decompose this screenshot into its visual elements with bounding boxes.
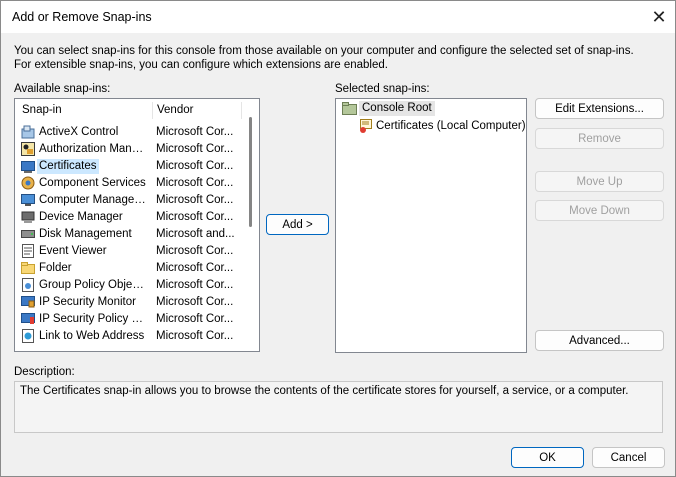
snapin-row[interactable]: Computer Managem... Microsoft Cor... xyxy=(15,192,248,209)
console-root-label: Console Root xyxy=(359,101,435,116)
snapin-vendor: Microsoft Cor... xyxy=(156,194,234,206)
certificates-icon xyxy=(21,161,35,173)
snapin-row[interactable]: Group Policy Object ... Microsoft Cor... xyxy=(15,277,248,294)
description-label: Description: xyxy=(14,366,75,378)
vertical-scrollbar[interactable] xyxy=(242,99,259,351)
move-down-button[interactable]: Move Down xyxy=(535,200,664,221)
selected-label: Selected snap-ins: xyxy=(335,83,430,95)
snapin-vendor: Microsoft Cor... xyxy=(156,262,234,274)
activex-icon xyxy=(21,125,35,139)
available-label: Available snap-ins: xyxy=(14,83,111,95)
device-manager-icon xyxy=(21,211,35,223)
intro-text: You can select snap-ins for this console… xyxy=(14,45,634,71)
snapin-vendor: Microsoft Cor... xyxy=(156,279,234,291)
authorization-icon xyxy=(21,142,35,156)
event-viewer-icon xyxy=(22,244,34,258)
cancel-button[interactable]: Cancel xyxy=(592,447,665,468)
snapin-name: Certificates xyxy=(37,159,99,174)
snapin-name: IP Security Policy M... xyxy=(39,313,151,325)
edit-extensions-button[interactable]: Edit Extensions... xyxy=(535,98,664,119)
ip-security-policy-icon xyxy=(21,313,35,324)
title-bar: Add or Remove Snap-ins ✕ xyxy=(1,1,675,33)
console-root-folder-icon xyxy=(342,102,357,115)
snapin-row[interactable]: Event Viewer Microsoft Cor... xyxy=(15,243,248,260)
scrollbar-thumb[interactable] xyxy=(249,117,252,227)
snapin-name: Authorization Manager xyxy=(39,143,151,155)
snapin-row[interactable]: Component Services Microsoft Cor... xyxy=(15,175,248,192)
snapin-name: IP Security Monitor xyxy=(39,296,136,308)
snapin-row[interactable]: Link to Web Address Microsoft Cor... xyxy=(15,328,248,345)
snapin-vendor: Microsoft Cor... xyxy=(156,313,234,325)
snapin-row[interactable]: Certificates Microsoft Cor... xyxy=(15,158,248,175)
selected-snapins-tree[interactable]: Console Root Certificates (Local Compute… xyxy=(335,98,527,353)
snapin-name: Computer Managem... xyxy=(39,194,151,206)
snapin-name: Link to Web Address xyxy=(39,330,145,342)
ip-security-monitor-icon xyxy=(21,296,35,308)
move-up-button[interactable]: Move Up xyxy=(535,171,664,192)
available-snapins-list[interactable]: Snap-in Vendor ActiveX Control Microsoft … xyxy=(14,98,260,352)
snapin-name: Event Viewer xyxy=(39,245,107,257)
snapin-name: Device Manager xyxy=(39,211,123,223)
group-policy-icon xyxy=(22,278,34,292)
snapin-row[interactable]: ActiveX Control Microsoft Cor... xyxy=(15,124,248,141)
certificates-tree-label: Certificates (Local Computer) xyxy=(376,120,526,132)
snapin-vendor: Microsoft Cor... xyxy=(156,296,234,308)
close-icon[interactable]: ✕ xyxy=(643,1,675,33)
disk-management-icon xyxy=(21,230,35,238)
column-header-vendor[interactable]: Vendor xyxy=(157,99,193,121)
snapin-vendor: Microsoft Cor... xyxy=(156,143,234,155)
snapin-row[interactable]: IP Security Policy M... Microsoft Cor... xyxy=(15,311,248,328)
snapin-vendor: Microsoft Cor... xyxy=(156,211,234,223)
snapin-row[interactable]: IP Security Monitor Microsoft Cor... xyxy=(15,294,248,311)
snapin-vendor: Microsoft Cor... xyxy=(156,330,234,342)
web-link-icon xyxy=(22,329,34,343)
description-box: The Certificates snap-in allows you to b… xyxy=(14,381,663,433)
snapin-dialog: Add or Remove Snap-ins ✕ You can select … xyxy=(0,0,676,477)
snapin-name: Disk Management xyxy=(39,228,132,240)
snapin-vendor: Microsoft and... xyxy=(156,228,235,240)
add-button[interactable]: Add > xyxy=(266,214,329,235)
folder-icon xyxy=(21,262,35,274)
snapin-name: Folder xyxy=(39,262,72,274)
snapin-name: Component Services xyxy=(39,177,146,189)
snapin-vendor: Microsoft Cor... xyxy=(156,160,234,172)
snapin-name: Group Policy Object ... xyxy=(39,279,151,291)
snapin-row[interactable]: Folder Microsoft Cor... xyxy=(15,260,248,277)
computer-management-icon xyxy=(21,194,35,206)
column-separator[interactable] xyxy=(152,102,153,119)
component-services-icon xyxy=(21,176,35,190)
snapin-name: ActiveX Control xyxy=(39,126,119,138)
snapin-row[interactable]: Disk Management Microsoft and... xyxy=(15,226,248,243)
snapin-row[interactable]: Device Manager Microsoft Cor... xyxy=(15,209,248,226)
snapin-vendor: Microsoft Cor... xyxy=(156,245,234,257)
column-header-snapin[interactable]: Snap-in xyxy=(22,99,62,121)
snapin-vendor: Microsoft Cor... xyxy=(156,126,234,138)
description-text: The Certificates snap-in allows you to b… xyxy=(20,385,629,397)
advanced-button[interactable]: Advanced... xyxy=(535,330,664,351)
remove-button[interactable]: Remove xyxy=(535,128,664,149)
ok-button[interactable]: OK xyxy=(511,447,584,468)
dialog-title: Add or Remove Snap-ins xyxy=(12,10,152,24)
snapin-row[interactable]: Authorization Manager Microsoft Cor... xyxy=(15,141,248,158)
certificate-icon xyxy=(360,119,372,133)
snapin-vendor: Microsoft Cor... xyxy=(156,177,234,189)
